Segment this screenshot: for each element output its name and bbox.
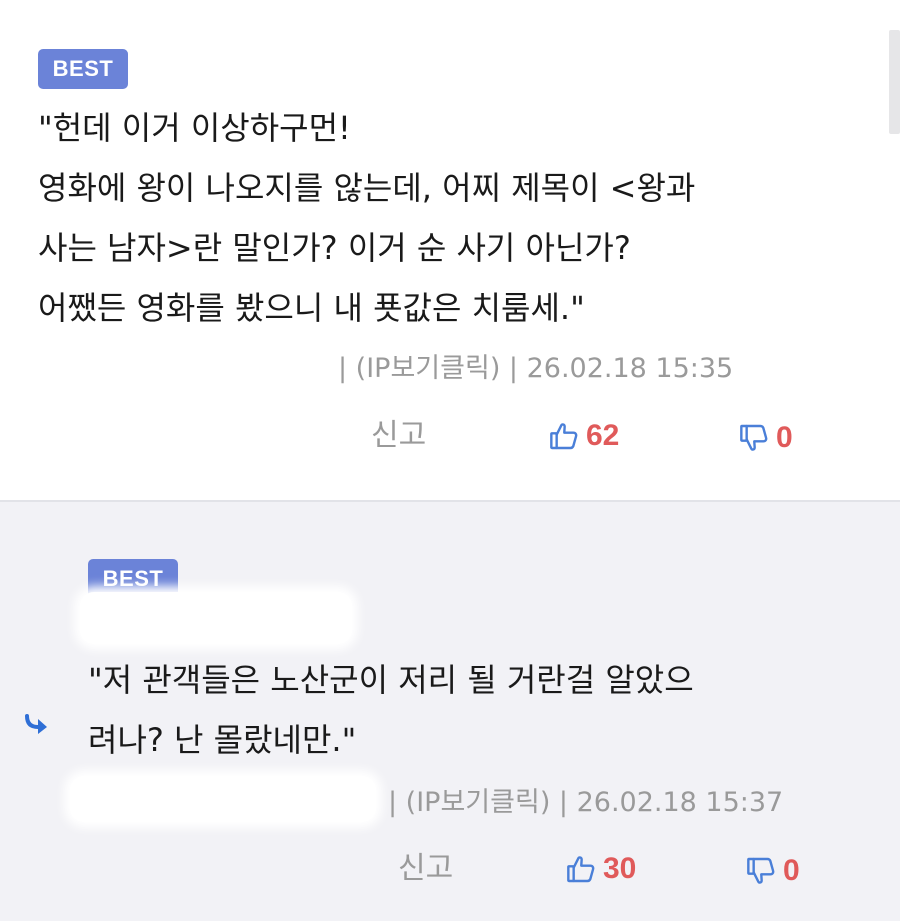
comment-meta[interactable]: | (IP보기클릭) | 26.02.18 15:35 [338,349,733,389]
report-button[interactable]: 신고 [371,416,426,456]
like-count: 30 [603,852,637,885]
redacted-info [70,776,376,822]
comment-list: BEST "헌데 이거 이상하구먼! 영화에 왕이 나오지를 않는데, 어찌 제… [0,0,900,921]
redacted-author [80,592,352,644]
comment-text: "저 관객들은 노산군이 저리 될 거란걸 알았으 려나? 난 몰랐네만." [88,661,694,759]
thumbs-down-icon [747,857,775,884]
dislike-button[interactable]: 0 [745,851,800,891]
like-count: 62 [586,419,620,452]
dislike-count: 0 [776,421,793,454]
thumbs-up-icon [567,856,595,883]
dislike-count: 0 [783,854,800,887]
thumbs-up-icon [550,423,578,450]
best-reply-comment: BEST "저 관객들은 노산군이 저리 될 거란걸 알았으 려나? 난 몰랐네… [0,500,900,921]
reply-arrow-icon [25,714,47,734]
comment-text: "헌데 이거 이상하구먼! 영화에 왕이 나오지를 않는데, 어찌 제목이 <왕… [38,109,696,327]
like-button[interactable]: 30 [565,849,636,889]
best-badge: BEST [38,49,128,89]
best-comment: BEST "헌데 이거 이상하구먼! 영화에 왕이 나오지를 않는데, 어찌 제… [0,0,900,500]
scrollbar[interactable] [889,30,900,134]
thumbs-down-icon [740,424,768,451]
dislike-button[interactable]: 0 [738,418,793,458]
report-button[interactable]: 신고 [398,849,453,889]
comment-meta[interactable]: | (IP보기클릭) | 26.02.18 15:37 [388,783,783,823]
like-button[interactable]: 62 [548,416,619,456]
